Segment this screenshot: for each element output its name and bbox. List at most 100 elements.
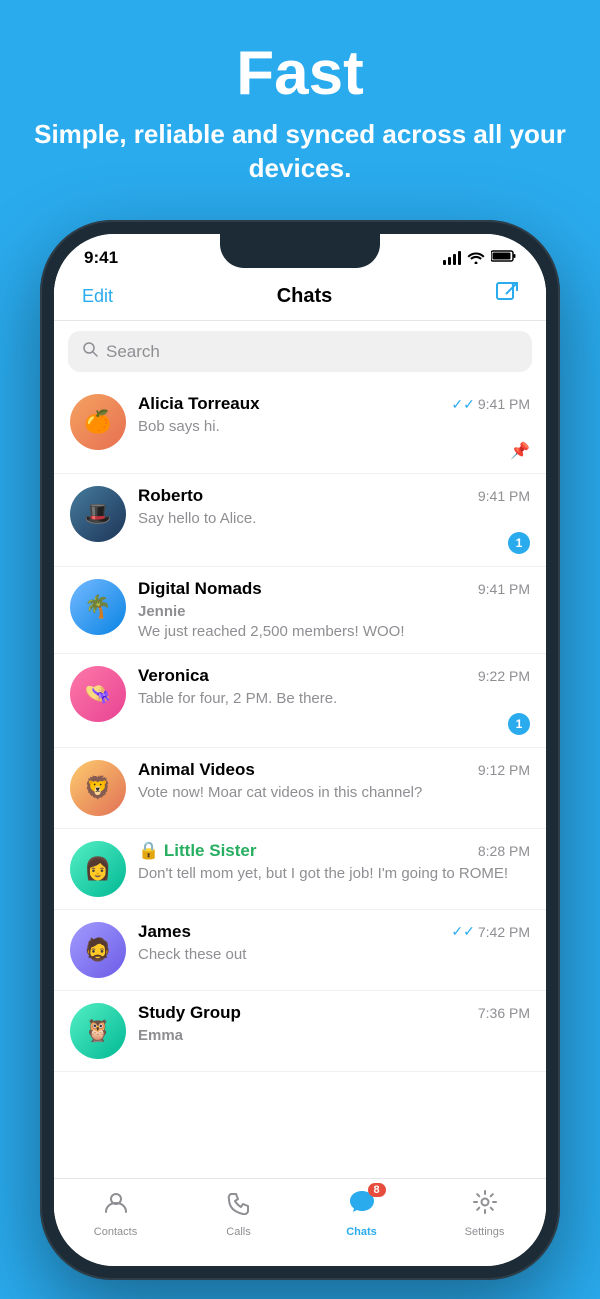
chat-preview-study: Emma xyxy=(138,1026,530,1046)
chat-preview-veronica: Table for four, 2 PM. Be there. xyxy=(138,689,530,709)
lock-icon: 🔒 xyxy=(138,841,159,860)
signal-bar-1 xyxy=(443,260,446,265)
calls-icon xyxy=(226,1189,252,1222)
chat-time-animal: 9:12 PM xyxy=(478,762,530,778)
chat-info-james: James ✓✓ 7:42 PM Check these out xyxy=(138,922,530,965)
chat-name-roberto: Roberto xyxy=(138,486,203,506)
edit-button[interactable]: Edit xyxy=(82,286,113,307)
header-subtitle: Simple, reliable and synced across all y… xyxy=(20,118,580,186)
double-check-icon-james: ✓✓ xyxy=(451,923,474,940)
chat-time-digital: 9:41 PM xyxy=(478,581,530,597)
chat-item-veronica[interactable]: 👒 Veronica 9:22 PM Table for four, 2 PM.… xyxy=(54,654,546,748)
chat-name-study: Study Group xyxy=(138,1003,241,1023)
chat-header-veronica: Veronica 9:22 PM xyxy=(138,666,530,686)
chat-time-roberto: 9:41 PM xyxy=(478,488,530,504)
tab-settings-label: Settings xyxy=(465,1226,505,1238)
chat-item-study[interactable]: 🦉 Study Group 7:36 PM Emma xyxy=(54,991,546,1072)
status-icons xyxy=(443,249,516,267)
chat-name-alicia: Alicia Torreaux xyxy=(138,394,260,414)
search-placeholder: Search xyxy=(106,342,160,362)
chat-header-sister: 🔒 Little Sister 8:28 PM xyxy=(138,841,530,861)
chat-header-study: Study Group 7:36 PM xyxy=(138,1003,530,1023)
signal-bar-2 xyxy=(448,257,451,265)
badge-roberto: 1 xyxy=(508,532,530,554)
nav-bar: Edit Chats xyxy=(54,276,546,321)
avatar-digital: 🌴 xyxy=(70,579,126,635)
chat-item-james[interactable]: 🧔 James ✓✓ 7:42 PM Check these out xyxy=(54,910,546,991)
search-icon xyxy=(82,341,98,362)
avatar-alicia: 🍊 xyxy=(70,394,126,450)
chat-info-alicia: Alicia Torreaux ✓✓ 9:41 PM Bob says hi. … xyxy=(138,394,530,461)
tab-contacts-label: Contacts xyxy=(94,1226,137,1238)
header-area: Fast Simple, reliable and synced across … xyxy=(0,0,600,206)
chat-info-study: Study Group 7:36 PM Emma xyxy=(138,1003,530,1046)
chat-preview-alicia: Bob says hi. xyxy=(138,417,530,437)
chat-name-james: James xyxy=(138,922,191,942)
chats-badge: 8 xyxy=(368,1183,386,1197)
double-check-icon-alicia: ✓✓ xyxy=(451,396,474,413)
compose-button[interactable] xyxy=(496,282,518,310)
chat-header-digital: Digital Nomads 9:41 PM xyxy=(138,579,530,599)
chat-time-veronica: 9:22 PM xyxy=(478,668,530,684)
settings-icon xyxy=(472,1189,498,1222)
chat-preview-animal: Vote now! Moar cat videos in this channe… xyxy=(138,783,530,803)
avatar-sister: 👩 xyxy=(70,841,126,897)
chat-name-veronica: Veronica xyxy=(138,666,209,686)
chat-item-digital[interactable]: 🌴 Digital Nomads 9:41 PM JennieWe just r… xyxy=(54,567,546,654)
chat-preview-roberto: Say hello to Alice. xyxy=(138,509,530,529)
signal-bar-3 xyxy=(453,254,456,265)
chat-item-sister[interactable]: 👩 🔒 Little Sister 8:28 PM Don't tell mom… xyxy=(54,829,546,910)
nav-title: Chats xyxy=(277,285,333,308)
phone-screen: 9:41 xyxy=(54,234,546,1266)
signal-bar-4 xyxy=(458,251,461,265)
chat-item-alicia[interactable]: 🍊 Alicia Torreaux ✓✓ 9:41 PM Bob says hi… xyxy=(54,382,546,474)
chat-header-james: James ✓✓ 7:42 PM xyxy=(138,922,530,942)
battery-icon xyxy=(491,249,516,267)
avatar-study: 🦉 xyxy=(70,1003,126,1059)
phone-wrapper: 9:41 xyxy=(40,220,560,1280)
chat-item-animal[interactable]: 🦁 Animal Videos 9:12 PM Vote now! Moar c… xyxy=(54,748,546,829)
chat-time-sister: 8:28 PM xyxy=(478,843,530,859)
tab-calls[interactable]: Calls xyxy=(177,1189,300,1238)
chat-info-veronica: Veronica 9:22 PM Table for four, 2 PM. B… xyxy=(138,666,530,735)
pin-icon-alicia: 📌 xyxy=(510,441,530,461)
chat-item-roberto[interactable]: 🎩 Roberto 9:41 PM Say hello to Alice. 1 xyxy=(54,474,546,568)
chat-preview-digital: JennieWe just reached 2,500 members! WOO… xyxy=(138,602,530,641)
chat-time-james: ✓✓ 7:42 PM xyxy=(451,923,530,940)
phone-notch xyxy=(220,234,380,268)
avatar-james: 🧔 xyxy=(70,922,126,978)
tab-calls-label: Calls xyxy=(226,1226,250,1238)
chat-time-study: 7:36 PM xyxy=(478,1005,530,1021)
chat-header-alicia: Alicia Torreaux ✓✓ 9:41 PM xyxy=(138,394,530,414)
badge-veronica: 1 xyxy=(508,713,530,735)
chat-name-digital: Digital Nomads xyxy=(138,579,262,599)
header-title: Fast xyxy=(20,40,580,108)
chat-name-sister: 🔒 Little Sister xyxy=(138,841,256,861)
tab-bar: Contacts Calls xyxy=(54,1178,546,1264)
chat-time-alicia: ✓✓ 9:41 PM xyxy=(451,396,530,413)
tab-settings[interactable]: Settings xyxy=(423,1189,546,1238)
chat-header-roberto: Roberto 9:41 PM xyxy=(138,486,530,506)
app-content: Edit Chats xyxy=(54,276,546,1264)
contacts-icon xyxy=(103,1189,129,1222)
tab-chats-label: Chats xyxy=(346,1226,377,1238)
avatar-animal: 🦁 xyxy=(70,760,126,816)
chat-preview-sister: Don't tell mom yet, but I got the job! I… xyxy=(138,864,530,884)
tab-chats[interactable]: 8 Chats xyxy=(300,1189,423,1238)
chats-badge-wrapper: 8 xyxy=(348,1189,376,1222)
chat-list: 🍊 Alicia Torreaux ✓✓ 9:41 PM Bob says hi… xyxy=(54,382,546,1072)
avatar-veronica: 👒 xyxy=(70,666,126,722)
search-bar[interactable]: Search xyxy=(68,331,532,372)
chat-name-animal: Animal Videos xyxy=(138,760,255,780)
chat-info-sister: 🔒 Little Sister 8:28 PM Don't tell mom y… xyxy=(138,841,530,884)
phone-shell: 9:41 xyxy=(40,220,560,1280)
tab-contacts[interactable]: Contacts xyxy=(54,1189,177,1238)
chat-info-roberto: Roberto 9:41 PM Say hello to Alice. 1 xyxy=(138,486,530,555)
status-time: 9:41 xyxy=(84,248,118,268)
chat-info-animal: Animal Videos 9:12 PM Vote now! Moar cat… xyxy=(138,760,530,803)
signal-bars-icon xyxy=(443,251,461,265)
wifi-icon xyxy=(467,250,485,267)
chat-preview-james: Check these out xyxy=(138,945,530,965)
chat-info-digital: Digital Nomads 9:41 PM JennieWe just rea… xyxy=(138,579,530,641)
avatar-roberto: 🎩 xyxy=(70,486,126,542)
